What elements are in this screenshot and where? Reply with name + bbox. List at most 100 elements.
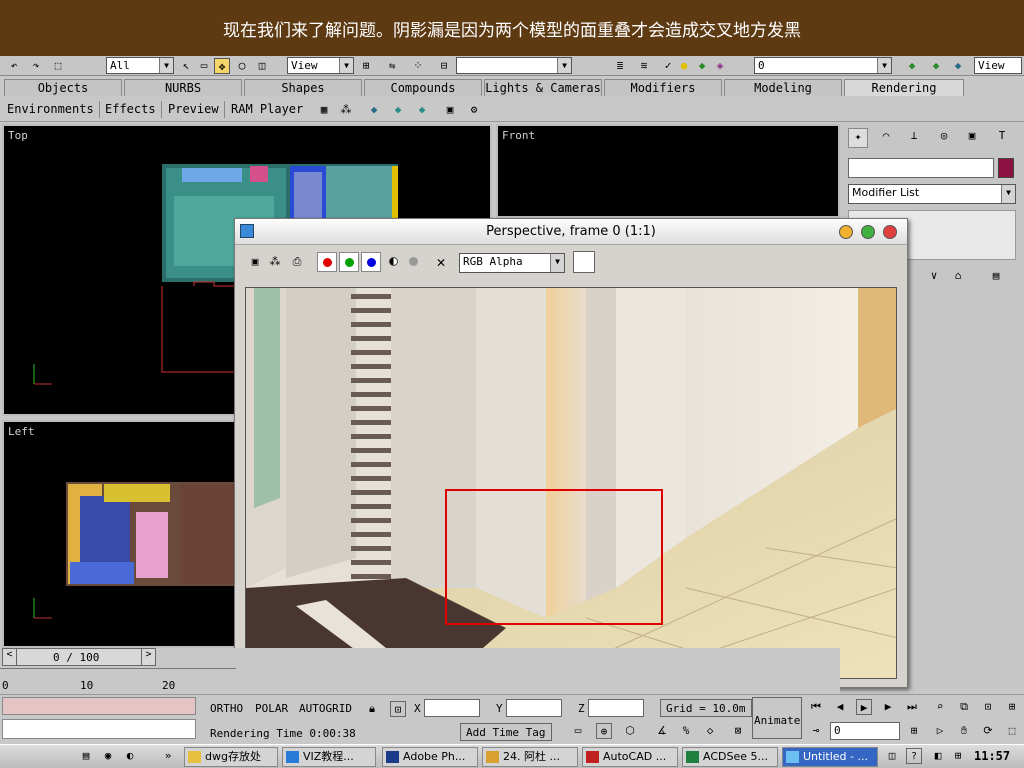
curve-editor-icon[interactable]: ≋	[636, 58, 652, 74]
goto-end-icon[interactable]: ⏭︎	[904, 699, 920, 715]
redo-icon[interactable]: ↷	[28, 58, 44, 74]
checker-icon[interactable]: ▦	[316, 102, 332, 118]
print-icon[interactable]: ⎙	[289, 254, 305, 270]
environments-button[interactable]: Environments	[7, 102, 94, 116]
lock-icon[interactable]: 🔒︎	[364, 701, 380, 717]
tab-compounds[interactable]: Compounds	[364, 79, 482, 96]
snap-toggle-icon[interactable]: ⊕	[596, 723, 612, 739]
layer-icon[interactable]: ≣	[612, 58, 628, 74]
move-icon[interactable]: ✥	[214, 58, 230, 74]
autogrid-toggle[interactable]: AUTOGRID	[299, 702, 352, 715]
maximize-button[interactable]	[861, 225, 875, 239]
render-teapot-icon[interactable]: ◆	[390, 102, 406, 118]
tab-modeling[interactable]: Modeling	[724, 79, 842, 96]
tab-nurbs[interactable]: NURBS	[124, 79, 242, 96]
object-name-field[interactable]	[848, 158, 994, 178]
array-icon[interactable]: ⁘	[410, 58, 426, 74]
tab-objects[interactable]: Objects	[4, 79, 122, 96]
checkmark-icon[interactable]: ✓	[660, 58, 676, 74]
selection-filter-dropdown[interactable]: All ▼	[106, 57, 174, 74]
frame-field[interactable]: 0 ▼	[754, 57, 892, 74]
tray-icon[interactable]: ◧	[930, 748, 946, 764]
blue-channel-button[interactable]	[361, 252, 381, 272]
render-frame-icon[interactable]: ▣	[442, 102, 458, 118]
key-mode-icon[interactable]: ⊸	[808, 723, 824, 739]
ram-player-button[interactable]: RAM Player	[231, 102, 303, 116]
save-icon[interactable]: ▣	[247, 254, 263, 270]
viewport-front[interactable]: Front	[496, 124, 840, 218]
x-coord-field[interactable]	[424, 699, 480, 717]
angle-snap-icon[interactable]: ∡	[654, 723, 670, 739]
render-window-titlebar[interactable]: Perspective, frame 0 (1:1)	[235, 219, 907, 245]
script-listener-white[interactable]	[2, 719, 196, 739]
y-coord-field[interactable]	[506, 699, 562, 717]
spinner-snap-icon[interactable]: ◇	[702, 723, 718, 739]
current-frame-field[interactable]: 0	[830, 722, 900, 740]
preview-button[interactable]: Preview	[168, 102, 219, 116]
tab-lights-cameras[interactable]: Lights & Cameras	[484, 79, 602, 96]
create-tab-icon[interactable]: ✦	[848, 128, 868, 148]
channel-display-dropdown[interactable]: RGB Alpha ▼	[459, 253, 565, 273]
quicklaunch-icon[interactable]: ▤	[78, 748, 94, 764]
minimize-button[interactable]	[839, 225, 853, 239]
next-frame-icon[interactable]: ▶	[880, 699, 896, 715]
align-icon[interactable]: ⊟	[436, 58, 452, 74]
alpha-channel-icon[interactable]	[389, 257, 398, 266]
gear-icon[interactable]: ⚙	[466, 102, 482, 118]
time-slider[interactable]: < 0 / 100 >	[2, 648, 156, 666]
monochrome-icon[interactable]	[409, 257, 418, 266]
window-crossing-icon[interactable]: ▭	[570, 723, 586, 739]
animate-button[interactable]: Animate	[752, 697, 802, 739]
display-tab-icon[interactable]: ▣	[962, 128, 982, 148]
light-bulb-icon[interactable]: ●	[676, 58, 692, 74]
taskbar-item[interactable]: Adobe Ph...	[382, 747, 478, 767]
green-channel-button[interactable]	[339, 252, 359, 272]
z-coord-field[interactable]	[588, 699, 644, 717]
ortho-toggle[interactable]: ORTHO	[210, 702, 243, 715]
scale-icon[interactable]: ◫	[254, 58, 270, 74]
taskbar-item[interactable]: 24. 阿杜 ...	[482, 747, 578, 767]
render-view-dropdown[interactable]: View	[974, 57, 1022, 74]
hierarchy-tab-icon[interactable]: ⊥	[904, 128, 924, 148]
absolute-mode-icon[interactable]: ⊡	[390, 701, 406, 717]
network-icon[interactable]: ⊞	[950, 748, 966, 764]
clone-icon[interactable]: ⁂	[267, 254, 283, 270]
pivot-icon[interactable]: ⊞	[358, 58, 374, 74]
percent-snap-icon[interactable]: %	[678, 723, 694, 739]
render-setup-icon[interactable]: ◆	[366, 102, 382, 118]
quicklaunch-icon[interactable]: ◐	[122, 748, 138, 764]
select-region-icon[interactable]: ⬚	[50, 58, 66, 74]
modifier-list-dropdown[interactable]: Modifier List ▼	[848, 184, 1016, 204]
select-by-name-icon[interactable]: ▭	[196, 58, 212, 74]
min-max-toggle-icon[interactable]: ⬚	[1004, 723, 1020, 739]
prev-frame-icon[interactable]: ◀	[832, 699, 848, 715]
timeline-ruler[interactable]: 0 10 20	[0, 668, 236, 692]
chevron-right-icon[interactable]: >	[141, 649, 155, 665]
chevron-left-icon[interactable]: <	[3, 649, 17, 665]
render-region-icon[interactable]: ◆	[414, 102, 430, 118]
zoom-all-icon[interactable]: ⧉	[956, 699, 972, 715]
quicklaunch-icon[interactable]: ◉	[100, 748, 116, 764]
zoom-icon[interactable]: ⌕	[932, 699, 948, 715]
field-of-view-icon[interactable]: ▷	[932, 723, 948, 739]
add-time-tag-button[interactable]: Add Time Tag	[460, 723, 552, 741]
effects-button[interactable]: Effects	[105, 102, 156, 116]
apple-menu-icon[interactable]	[18, 748, 34, 764]
help-icon[interactable]: ?	[906, 748, 922, 764]
select-icon[interactable]: ↖	[178, 58, 194, 74]
mirror-icon[interactable]: ⇋	[384, 58, 400, 74]
render-last-icon[interactable]: ◆	[950, 58, 966, 74]
arc-rotate-icon[interactable]: ⟳	[980, 723, 996, 739]
modify-tab-icon[interactable]: ⌒	[876, 128, 896, 148]
pan-icon[interactable]: ✋︎	[956, 723, 972, 739]
taskbar-item-active[interactable]: Untitled - ...	[782, 747, 878, 767]
time-config-icon[interactable]: ⊞	[906, 723, 922, 739]
tab-shapes[interactable]: Shapes	[244, 79, 362, 96]
scene-icon[interactable]: ⁂	[338, 102, 354, 118]
script-listener-pink[interactable]	[2, 697, 196, 715]
render-scene-icon[interactable]: ◆	[904, 58, 920, 74]
taskbar-item[interactable]: VIZ教程...	[282, 747, 376, 767]
goto-start-icon[interactable]: ⏮︎	[808, 699, 824, 715]
configure-sets-icon[interactable]: ▤	[988, 268, 1004, 284]
polar-toggle[interactable]: POLAR	[255, 702, 288, 715]
